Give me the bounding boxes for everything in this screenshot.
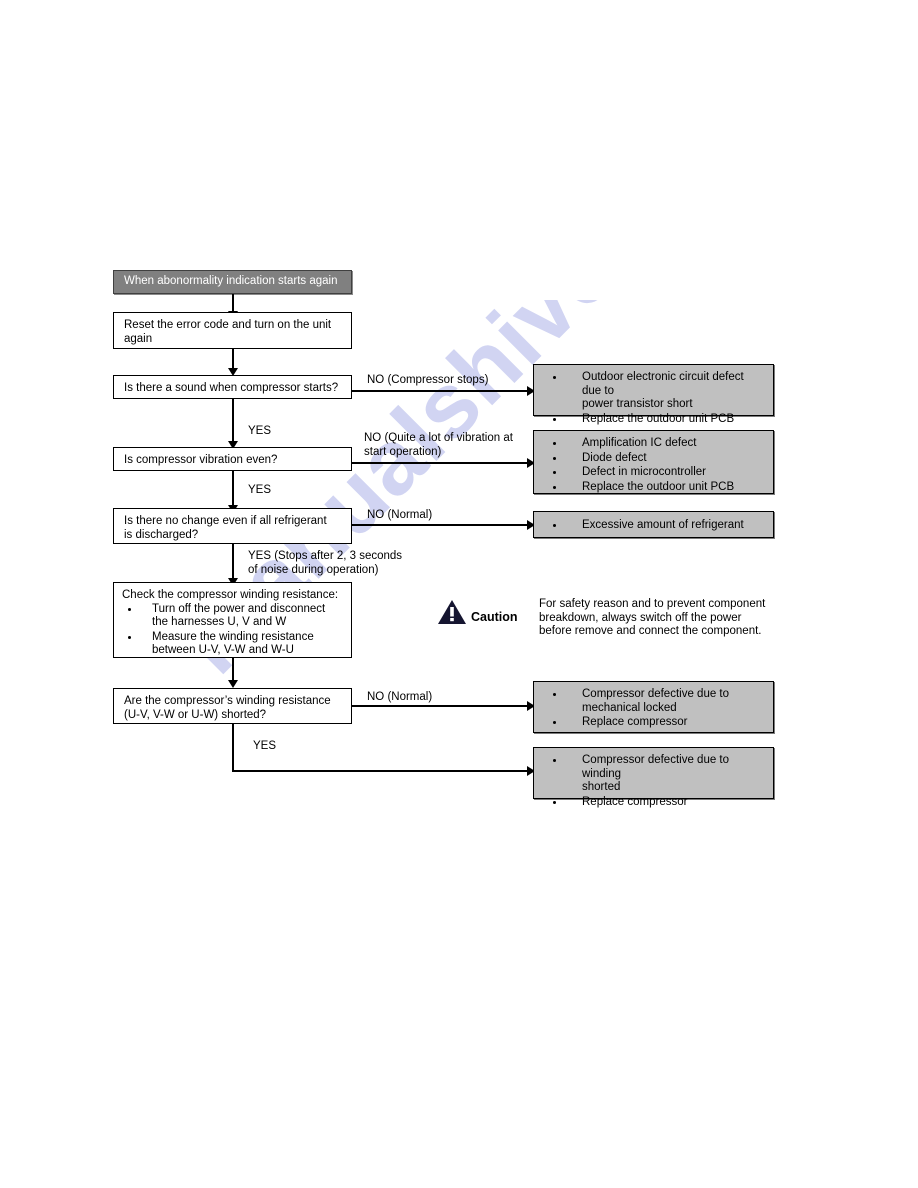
result-winding-box: Compressor defective due to winding shor… [533,747,774,808]
list-item: Diode defect [544,452,765,466]
step-refrigerant-box: Is there no change even if all refrigera… [113,508,352,544]
edge-label-no-normal-2: NO (Normal) [367,691,433,703]
flow-header-box: When abonormality indication starts agai… [113,270,352,294]
list-item: Replace compressor [544,716,765,730]
step-vibration-box: Is compressor vibration even? [113,447,352,471]
edge-label-yes-3: YES [253,740,277,752]
result-refrigerant-list: Excessive amount of refrigerant [544,519,765,533]
step-refrigerant-line-1: Is there no change even if all refrigera… [124,515,327,527]
result-winding-list: Compressor defective due to winding shor… [544,754,765,809]
caution-line-1: For safety reason and to prevent compone… [539,598,766,610]
caution-line-3: before remove and connect the component. [539,625,762,637]
connector-vibration-no [352,462,530,464]
result-ic-box: Amplification IC defect Diode defect Def… [533,430,774,494]
step-vibration-label: Is compressor vibration even? [124,454,278,466]
list-item: Outdoor electronic circuit defect due to… [544,371,765,412]
edge-label-no-compressor-stops: NO (Compressor stops) [367,374,489,386]
step-winding-line-1: Are the compressor’s winding resistance [124,695,331,707]
edge-label-yes-1: YES [248,425,272,437]
list-item: Turn off the power and disconnect the ha… [122,603,345,630]
step-winding-shorted-box: Are the compressor’s winding resistance … [113,688,352,724]
list-item: Replace compressor [544,796,765,810]
connector-winding-yes-horizontal [232,770,530,772]
flow-header-label: When abonormality indication starts agai… [124,275,338,287]
caution-word: Caution [471,610,518,624]
caution-note: Caution For safety reason and to prevent… [437,598,777,643]
step-reset-box: Reset the error code and turn on the uni… [113,312,352,349]
list-item: Measure the winding resistance between U… [122,631,345,658]
result-transistor-list: Outdoor electronic circuit defect due to… [544,371,765,426]
step-winding-line-2: (U-V, V-W or U-W) shorted? [124,708,267,721]
step-reset-line-1: Reset the error code and turn on the uni… [124,319,332,331]
connector-winding-no [352,705,530,707]
result-transistor-box: Outdoor electronic circuit defect due to… [533,364,774,425]
step-sound-label: Is there a sound when compressor starts? [124,382,339,394]
result-refrigerant-box: Excessive amount of refrigerant [533,511,774,538]
result-mechanical-list: Compressor defective due to mechanical l… [544,688,765,730]
step-reset-line-2: again [124,332,153,345]
result-ic-list: Amplification IC defect Diode defect Def… [544,437,765,494]
list-item: Replace the outdoor unit PCB [544,413,765,427]
caution-triangle-icon [437,598,467,626]
list-item: Replace the outdoor unit PCB [544,481,765,495]
page-canvas: manualshive.com When abonormality indica… [0,0,918,1188]
check-winding-box: Check the compressor winding resistance:… [113,582,352,658]
edge-label-yes-2: YES [248,484,272,496]
step-sound-box: Is there a sound when compressor starts? [113,375,352,399]
connector-sound-vibration [232,399,234,445]
list-item: Defect in microcontroller [544,466,765,480]
list-item: Compressor defective due to mechanical l… [544,688,765,715]
connector-refrigerant-no [352,524,530,526]
caution-text: For safety reason and to prevent compone… [539,598,789,639]
check-winding-title: Check the compressor winding resistance: [122,589,339,601]
check-winding-list: Turn off the power and disconnect the ha… [122,603,345,658]
result-mechanical-box: Compressor defective due to mechanical l… [533,681,774,733]
connector-winding-yes-vertical [232,724,234,772]
list-item: Excessive amount of refrigerant [544,519,765,533]
list-item: Amplification IC defect [544,437,765,451]
edge-label-yes-stops: YES (Stops after 2, 3 seconds of noise d… [248,550,403,576]
troubleshooting-flowchart: When abonormality indication starts agai… [0,0,918,1188]
edge-label-no-normal-1: NO (Normal) [367,509,433,521]
arrow-down-icon [228,680,238,688]
list-item: Compressor defective due to winding shor… [544,754,765,795]
caution-line-2: breakdown, always switch off the power [539,611,742,624]
connector-vibration-refrigerant [232,471,234,509]
connector-sound-no [352,390,530,392]
step-refrigerant-line-2: is discharged? [124,528,199,541]
edge-label-no-vibration: NO (Quite a lot of vibration at start op… [364,432,513,458]
